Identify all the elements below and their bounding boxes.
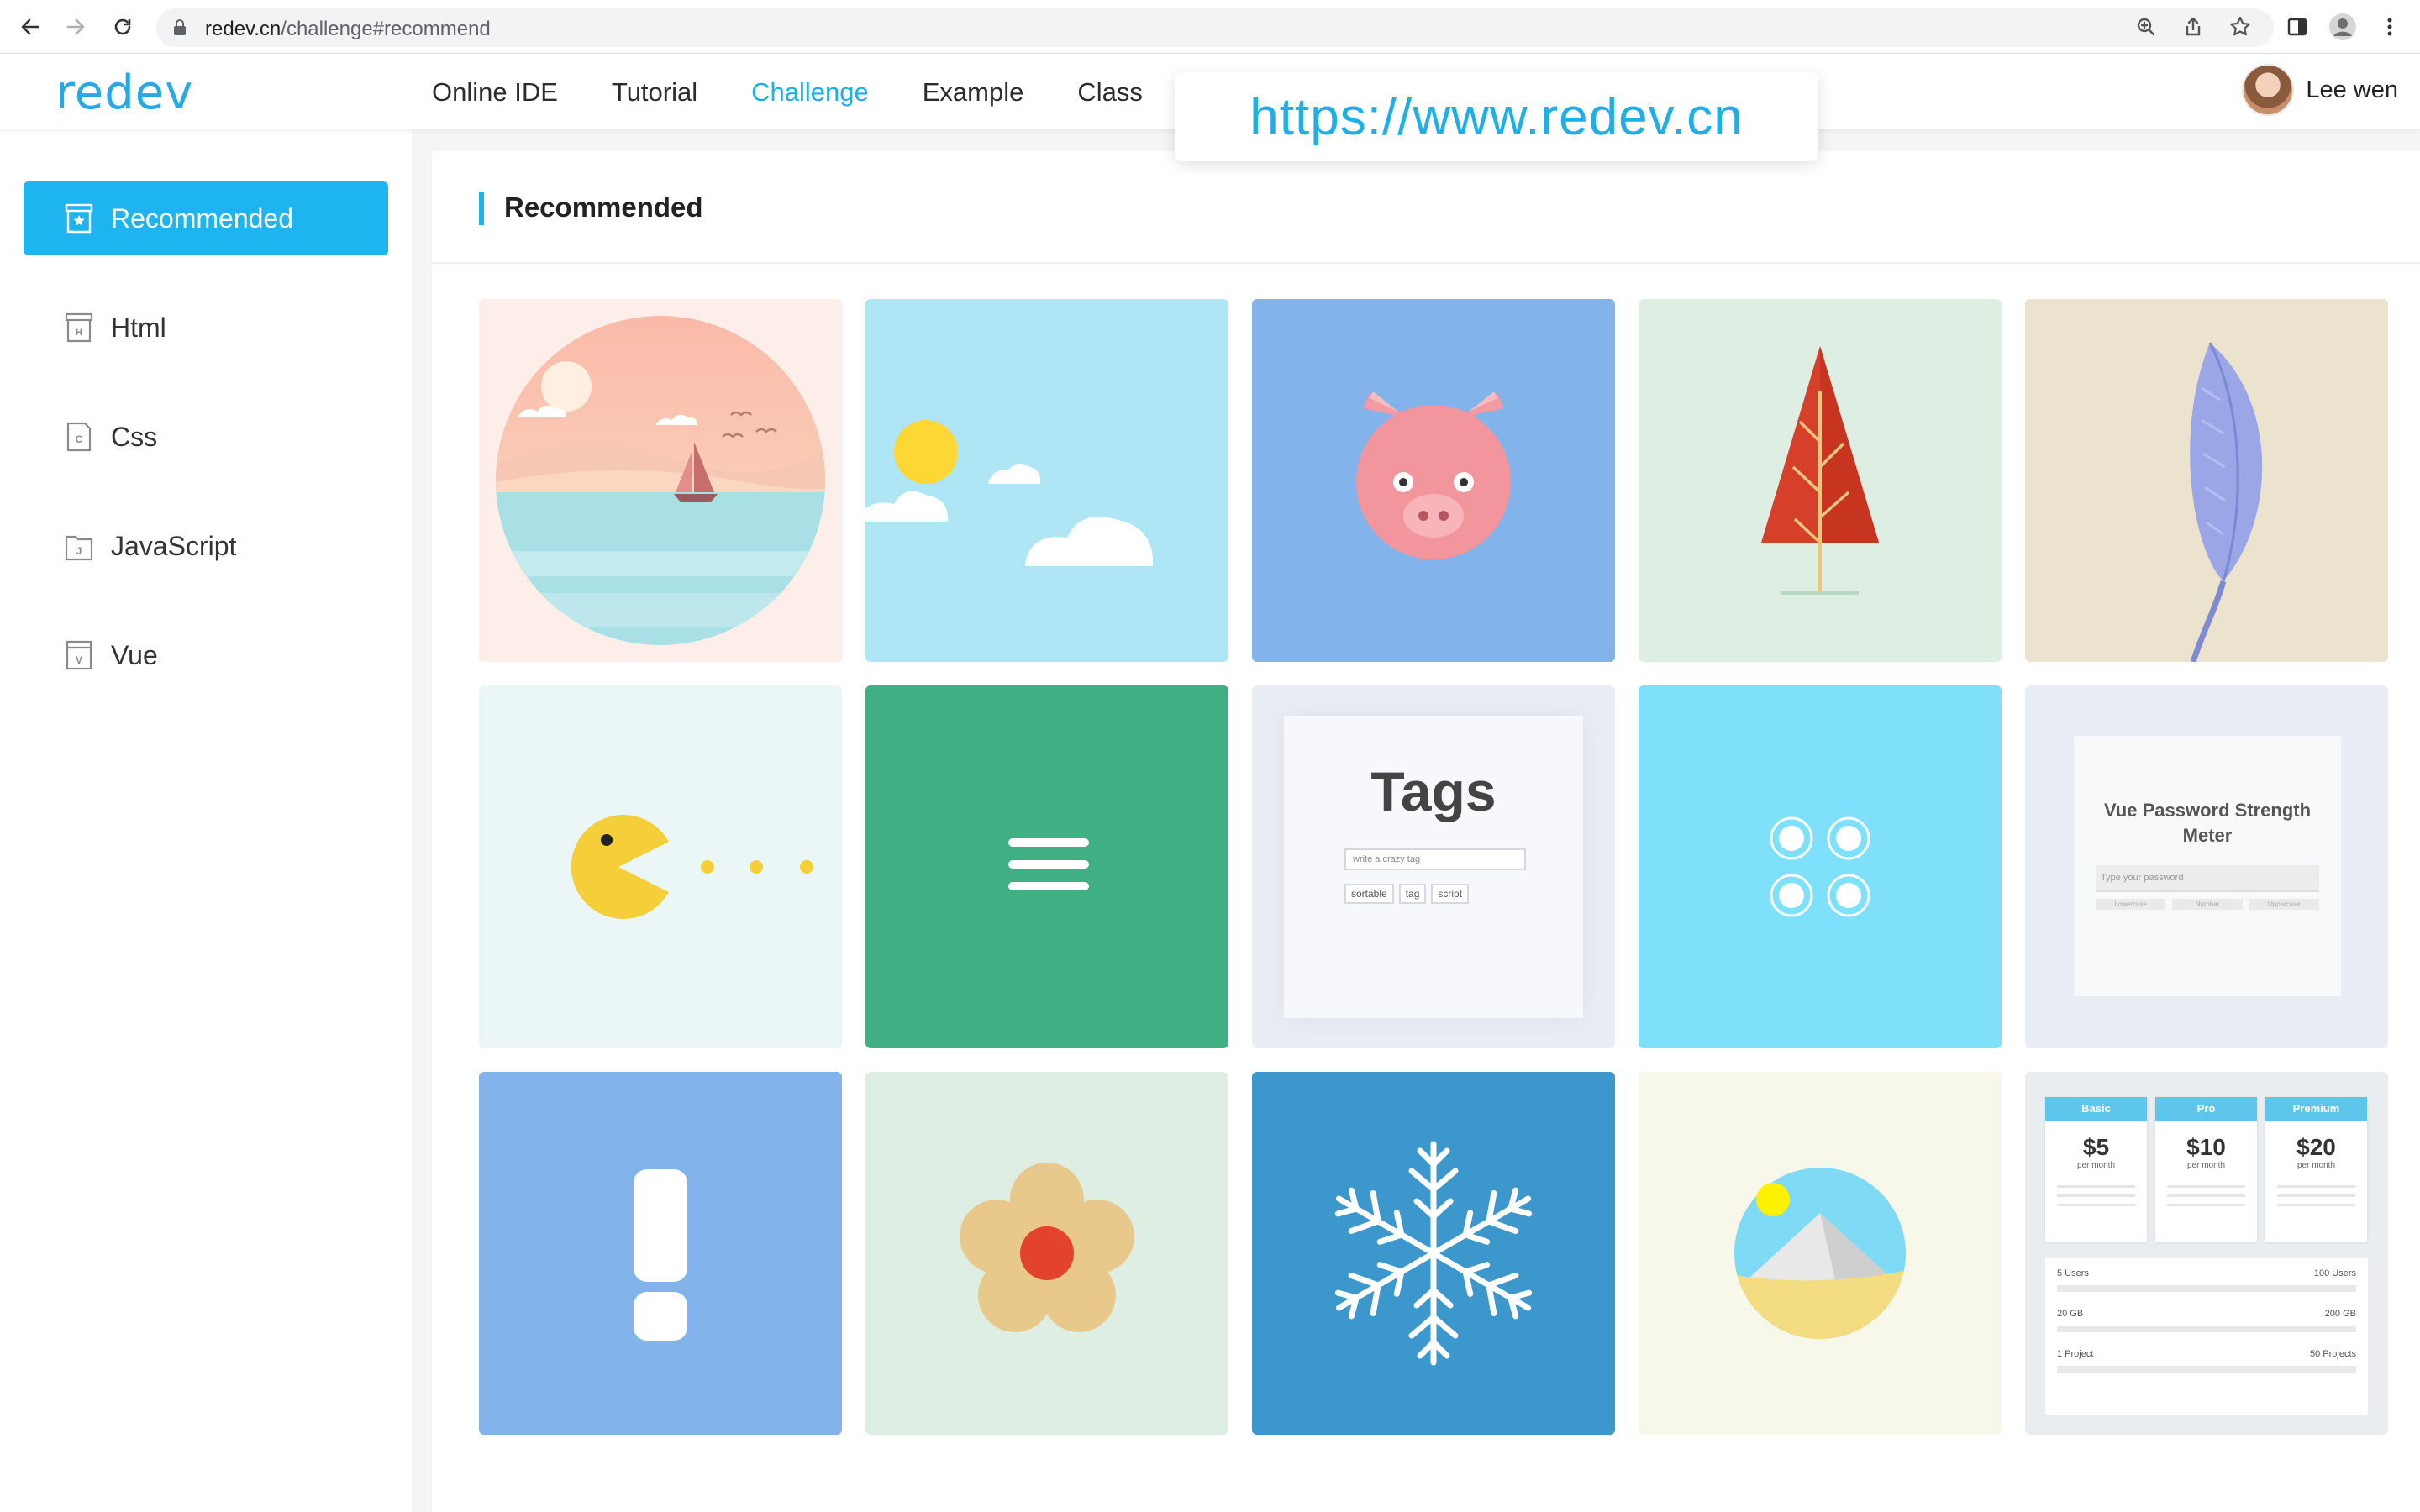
challenge-card-sun-clouds[interactable] (865, 299, 1228, 662)
browser-toolbar: redev.cn/challenge#recommend (0, 0, 2420, 54)
tags-title: Tags (1370, 760, 1497, 822)
user-menu[interactable]: Lee wen (2242, 64, 2398, 116)
plan-card-basic: Basic $5 per month (2045, 1097, 2147, 1242)
avatar[interactable] (2242, 64, 2295, 116)
red-tree-illustration (1761, 346, 1879, 595)
nav-challenge[interactable]: Challenge (751, 74, 869, 111)
mountain-landscape-illustration (1734, 1168, 1906, 1339)
forward-icon[interactable] (60, 12, 91, 42)
hamburger-menu-icon (1008, 838, 1089, 890)
plan-card-pro: Pro $10 per month (2155, 1097, 2257, 1242)
challenge-card-sunset-sailboat[interactable] (479, 299, 842, 662)
challenge-card-dots-loader[interactable] (1639, 685, 2002, 1048)
reload-icon[interactable] (108, 12, 138, 42)
recommended-panel: Recommended Tags write a crazy tag sorta… (432, 151, 2420, 1512)
password-meter-preview: Vue Password Strength Meter Type your pa… (2074, 736, 2341, 996)
overlay-url-text: https://www.redev.cn (1249, 87, 1744, 146)
challenge-card-vue-password-meter[interactable]: Vue Password Strength Meter Type your pa… (2025, 685, 2388, 1048)
challenge-card-exclamation[interactable] (479, 1072, 842, 1435)
tag-chip: tag (1398, 884, 1427, 904)
javascript-icon: J (62, 529, 96, 563)
svg-text:J: J (76, 545, 82, 557)
lock-icon (173, 19, 187, 40)
tags-preview: Tags write a crazy tag sortable tag scri… (1284, 716, 1583, 1018)
tag-chip: script (1431, 884, 1470, 904)
user-name[interactable]: Lee wen (2306, 76, 2398, 104)
challenge-card-flower[interactable] (865, 1072, 1228, 1435)
profile-icon[interactable] (2328, 12, 2358, 42)
section-title: Recommended (504, 192, 703, 223)
address-bar[interactable]: redev.cn/challenge#recommend (156, 8, 2274, 47)
nav-example[interactable]: Example (923, 74, 1024, 111)
sidebar: Recommended H Html C Css J JavaScript V … (0, 129, 412, 1512)
pricing-preview: Basic $5 per month Pro $10 per month Pre… (2045, 1097, 2368, 1416)
nav-class[interactable]: Class (1077, 74, 1143, 111)
challenge-card-hamburger-menu[interactable] (865, 685, 1228, 1048)
main-content: Recommended Tags write a crazy tag sorta… (412, 129, 2420, 1512)
password-input: Type your password (2096, 865, 2319, 892)
password-meter-title: Vue Password Strength Meter (2103, 800, 2312, 846)
tag-chip: sortable (1344, 884, 1394, 904)
address-url: redev.cn/challenge#recommend (205, 18, 491, 40)
sidebar-item-javascript[interactable]: J JavaScript (24, 509, 388, 583)
challenge-card-red-tree[interactable] (1639, 299, 2002, 662)
sidebar-item-label: Vue (111, 639, 158, 670)
challenge-card-snowflake[interactable] (1252, 1072, 1615, 1435)
sidebar-item-recommended[interactable]: Recommended (24, 181, 388, 255)
url-overlay-banner: https://www.redev.cn (1175, 72, 1818, 161)
vue-icon: V (62, 638, 96, 672)
challenge-card-pacman[interactable] (479, 685, 842, 1048)
feather-illustration (2190, 342, 2263, 662)
tags-list: sortable tag script (1344, 884, 1470, 904)
pricing-row: 1 Project 50 Projects (2057, 1349, 2356, 1359)
challenge-card-mountain-landscape[interactable] (1639, 1072, 2002, 1435)
back-icon[interactable] (15, 12, 45, 42)
pacman-illustration (571, 815, 813, 919)
browser-menu-icon[interactable] (2375, 12, 2405, 42)
pricing-compare: 5 Users 100 Users 20 GB 200 GB 1 Project 50… (2045, 1258, 2368, 1415)
flower-illustration (960, 1163, 1134, 1332)
plan-card-premium: Premium $20 per month (2265, 1097, 2367, 1242)
pricing-row: 5 Users 100 Users (2057, 1268, 2356, 1278)
pricing-plans: Basic $5 per month Pro $10 per month Pre… (2045, 1097, 2368, 1242)
svg-text:V: V (76, 654, 82, 666)
section-accent-bar (479, 192, 484, 225)
dots-loader-illustration (1770, 816, 1870, 917)
sidebar-item-label: Html (111, 312, 166, 343)
pig-illustration (1356, 391, 1511, 559)
sidebar-item-label: Css (111, 421, 158, 452)
pricing-row: 20 GB 200 GB (2057, 1309, 2356, 1319)
site-logo[interactable]: redev (55, 66, 193, 120)
nav-online-ide[interactable]: Online IDE (432, 74, 558, 111)
sun-clouds-illustration (865, 420, 1154, 566)
bookmark-star-icon[interactable] (2225, 12, 2255, 42)
sidepanel-icon[interactable] (2282, 12, 2312, 42)
challenge-card-tags[interactable]: Tags write a crazy tag sortable tag scri… (1252, 685, 1615, 1048)
sidebar-item-label: Recommended (111, 202, 293, 234)
sidebar-item-css[interactable]: C Css (24, 400, 388, 474)
password-strength-chips: Lowercase Number Uppercase (2096, 899, 2319, 910)
zoom-icon[interactable] (2131, 12, 2161, 42)
exclamation-icon (634, 1169, 687, 1341)
sidebar-item-vue[interactable]: V Vue (24, 618, 388, 692)
share-icon[interactable] (2178, 12, 2208, 42)
tags-input: write a crazy tag (1344, 848, 1526, 870)
html-icon: H (62, 311, 96, 344)
challenge-card-pricing-table[interactable]: Basic $5 per month Pro $10 per month Pre… (2025, 1072, 2388, 1435)
challenge-card-pig[interactable] (1252, 299, 1615, 662)
top-nav: Online IDE Tutorial Challenge Example Cl… (432, 74, 1197, 111)
sunset-sailboat-illustration (496, 316, 825, 645)
sidebar-item-label: JavaScript (111, 530, 237, 561)
recommended-icon (62, 202, 96, 235)
css-icon: C (62, 420, 96, 454)
sidebar-item-html[interactable]: H Html (24, 291, 388, 365)
nav-tutorial[interactable]: Tutorial (612, 74, 697, 111)
snowflake-icon (1252, 1141, 1615, 1435)
section-header: Recommended (432, 151, 2420, 264)
svg-text:H: H (76, 328, 82, 338)
challenge-card-feather[interactable] (2025, 299, 2388, 662)
svg-text:C: C (76, 433, 83, 445)
